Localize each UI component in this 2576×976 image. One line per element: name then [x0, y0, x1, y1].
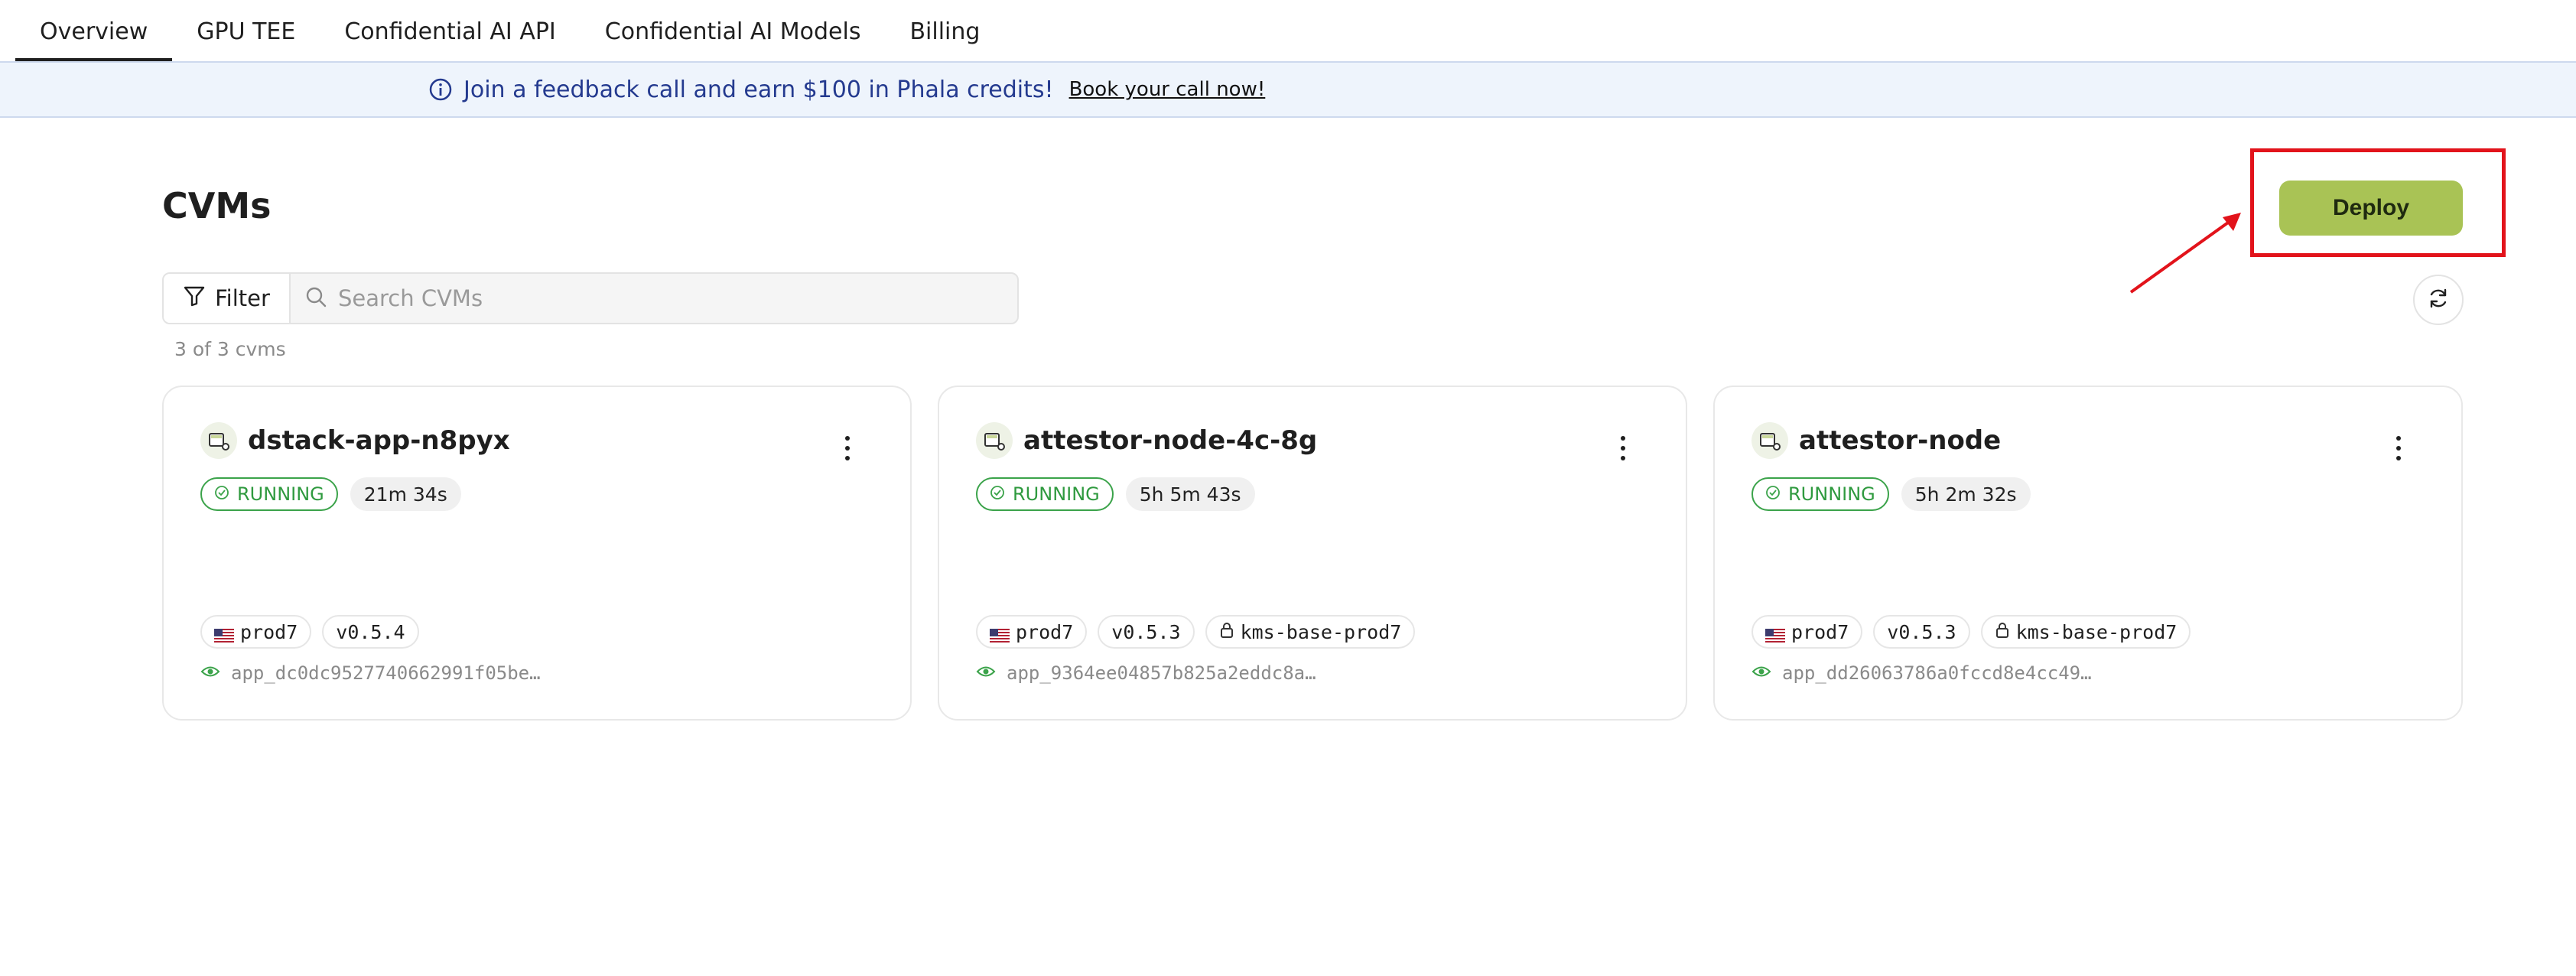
region-tag: prod7 — [200, 615, 312, 649]
cvm-name[interactable]: dstack-app-n8pyx — [248, 425, 510, 456]
filter-label: Filter — [215, 285, 270, 311]
region-tag: prod7 — [976, 615, 1088, 649]
more-options-button[interactable] — [1614, 433, 1632, 464]
version-tag: v0.5.4 — [322, 615, 419, 649]
status-text: RUNNING — [237, 483, 324, 505]
eye-icon — [1751, 665, 1771, 682]
app-icon — [976, 422, 1013, 459]
us-flag-icon — [214, 625, 234, 643]
kms-label: kms-base-prod7 — [1240, 620, 1402, 643]
app-id[interactable]: app_9364ee04857b825a2eddc8a… — [1007, 662, 1316, 684]
status-badge: RUNNING — [1751, 477, 1889, 511]
cvm-count: 3 of 3 cvms — [174, 338, 286, 360]
us-flag-icon — [990, 625, 1010, 643]
app-icon — [200, 422, 237, 459]
filter-icon — [183, 285, 206, 313]
page-title: CVMs — [162, 185, 272, 226]
search-wrap — [291, 274, 1017, 323]
version-tag: v0.5.3 — [1873, 615, 1970, 649]
search-icon — [304, 285, 327, 311]
more-options-button[interactable] — [838, 433, 857, 464]
uptime-badge: 21m 34s — [350, 477, 461, 511]
eye-icon — [976, 665, 996, 682]
cvm-name[interactable]: attestor-node — [1799, 425, 2001, 456]
lock-icon — [1995, 621, 2010, 643]
region-label: prod7 — [1016, 620, 1074, 643]
kms-tag: kms-base-prod7 — [1205, 615, 1416, 649]
app-id[interactable]: app_dc0dc9527740662991f05be… — [231, 662, 541, 684]
book-call-link[interactable]: Book your call now! — [1069, 78, 1266, 101]
deploy-button[interactable]: Deploy — [2279, 181, 2463, 236]
tab-confidential-ai-models[interactable]: Confidential AI Models — [581, 2, 886, 61]
tab-overview[interactable]: Overview — [15, 2, 173, 61]
cvm-card[interactable]: dstack-app-n8pyx RUNNING 21m 34s prod7 v… — [162, 386, 912, 721]
check-circle-icon — [1765, 483, 1781, 505]
annotation-arrow — [2129, 213, 2241, 294]
tab-confidential-ai-api[interactable]: Confidential AI API — [320, 2, 580, 61]
app-id[interactable]: app_dd26063786a0fccd8e4cc49… — [1782, 662, 2092, 684]
banner-text: Join a feedback call and earn $100 in Ph… — [463, 76, 1054, 103]
kms-label: kms-base-prod7 — [2015, 620, 2178, 643]
check-circle-icon — [990, 483, 1005, 505]
cvm-card[interactable]: attestor-node-4c-8g RUNNING 5h 5m 43s pr… — [938, 386, 1687, 721]
version-tag: v0.5.3 — [1098, 615, 1195, 649]
feedback-banner: Join a feedback call and earn $100 in Ph… — [0, 61, 2576, 118]
status-text: RUNNING — [1788, 483, 1875, 505]
refresh-icon — [2426, 286, 2451, 314]
search-input[interactable] — [338, 285, 1011, 311]
status-text: RUNNING — [1013, 483, 1100, 505]
us-flag-icon — [1765, 625, 1785, 643]
status-badge: RUNNING — [200, 477, 338, 511]
tab-billing[interactable]: Billing — [885, 2, 1004, 61]
region-label: prod7 — [240, 620, 298, 643]
uptime-badge: 5h 5m 43s — [1125, 477, 1255, 511]
status-badge: RUNNING — [976, 477, 1114, 511]
lock-icon — [1219, 621, 1234, 643]
info-icon — [428, 77, 453, 102]
filter-bar: Filter — [162, 272, 1019, 324]
cvm-name[interactable]: attestor-node-4c-8g — [1023, 425, 1317, 456]
region-label: prod7 — [1791, 620, 1849, 643]
check-circle-icon — [214, 483, 229, 505]
eye-icon — [200, 665, 220, 682]
region-tag: prod7 — [1751, 615, 1863, 649]
kms-tag: kms-base-prod7 — [1980, 615, 2191, 649]
more-options-button[interactable] — [2389, 433, 2408, 464]
refresh-button[interactable] — [2413, 275, 2464, 325]
tab-gpu-tee[interactable]: GPU TEE — [172, 2, 320, 61]
filter-button[interactable]: Filter — [164, 274, 291, 323]
top-tabs: Overview GPU TEE Confidential AI API Con… — [0, 0, 2576, 61]
cvm-card[interactable]: attestor-node RUNNING 5h 2m 32s prod7 v0… — [1713, 386, 2463, 721]
uptime-badge: 5h 2m 32s — [1901, 477, 2031, 511]
app-icon — [1751, 422, 1788, 459]
